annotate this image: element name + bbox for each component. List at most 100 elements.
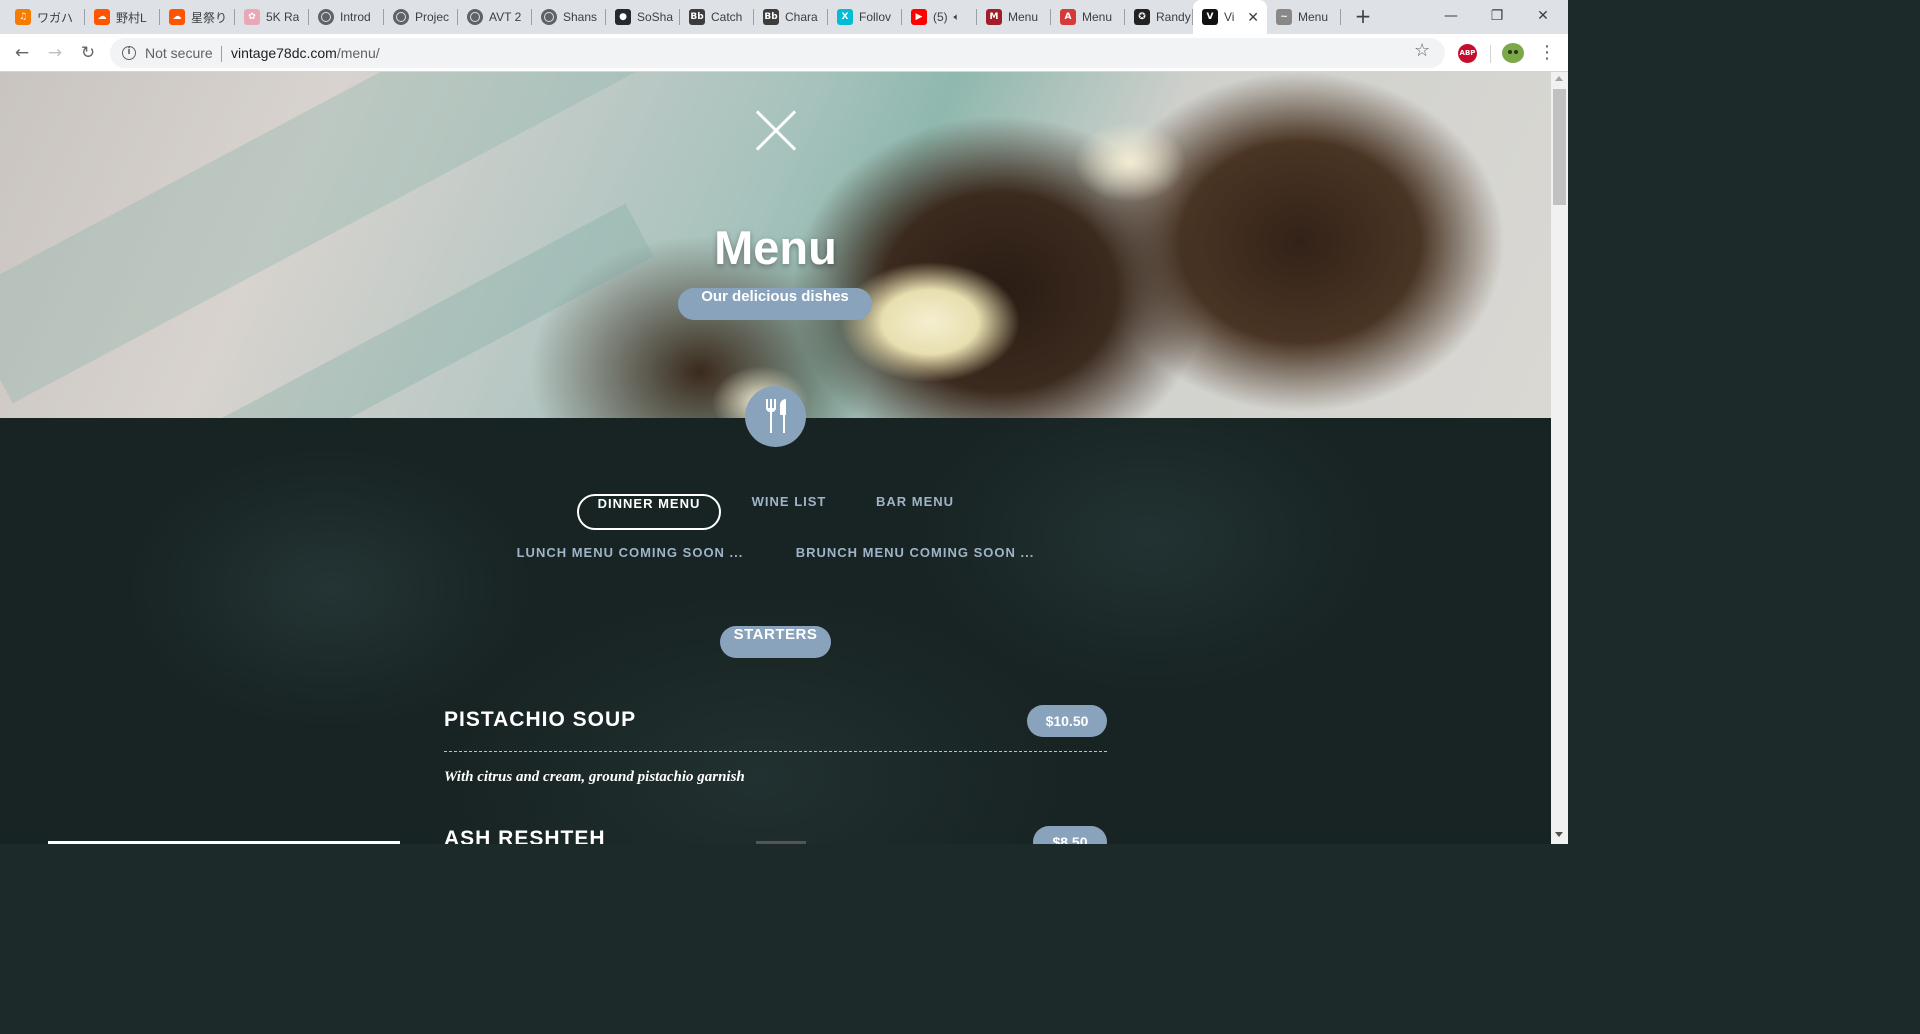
bottom-indicator xyxy=(756,841,806,844)
browser-tab[interactable]: ☁ 星祭り xyxy=(160,0,235,34)
browser-tab[interactable]: AVT 2 xyxy=(458,0,532,34)
browser-menu-icon[interactable]: ⋮ xyxy=(1538,42,1556,63)
globe-icon xyxy=(318,9,334,25)
audio-playing-icon[interactable]: 🔈︎ xyxy=(954,12,960,23)
fork-icon xyxy=(766,399,776,433)
browser-tab[interactable]: ▶ (5) 🔈︎ xyxy=(902,0,977,34)
menu-item-divider xyxy=(444,751,1107,752)
tab-strip: ♫ ワガハ ☁ 野村L ☁ 星祭り ✿ 5K Ra Introd Projec AVT 2 Shans… xyxy=(0,0,1568,34)
browser-tab[interactable]: ☁ 野村L xyxy=(85,0,160,34)
page-viewport: Menu Our delicious dishes DINNER MENU WI… xyxy=(0,72,1551,844)
bottom-progress-bar xyxy=(48,841,400,844)
tab-title: 5K Ra xyxy=(266,10,300,24)
tab-title: Vi xyxy=(1224,10,1235,24)
forward-button[interactable]: → xyxy=(43,41,67,65)
tab-lunch-menu[interactable]: LUNCH MENU COMING SOON ... xyxy=(500,545,760,581)
browser-tab[interactable]: Bb Catch xyxy=(680,0,754,34)
github-icon: ● xyxy=(615,9,631,25)
app-icon: ✪ xyxy=(1134,9,1150,25)
scroll-up-arrow-icon[interactable] xyxy=(1555,76,1563,81)
security-label[interactable]: Not secure xyxy=(145,45,213,61)
cutlery-icon xyxy=(745,386,806,447)
tab-title: Menu xyxy=(1298,10,1329,24)
hero-banner: Menu Our delicious dishes xyxy=(0,72,1551,418)
tab-title: Randy xyxy=(1156,10,1191,24)
tab-title: AVT 2 xyxy=(489,10,522,24)
globe-icon xyxy=(467,9,483,25)
restaurant-icon: M xyxy=(986,9,1002,25)
browser-tab[interactable]: ~ Menu xyxy=(1267,0,1341,34)
url-separator xyxy=(221,46,222,62)
globe-icon xyxy=(393,9,409,25)
scroll-thumb[interactable] xyxy=(1553,89,1566,205)
address-bar[interactable]: i Not secure vintage78dc.com/menu/ xyxy=(110,38,1445,68)
page-title: Menu xyxy=(714,221,837,274)
menu-item-price: $8.50 xyxy=(1033,826,1107,844)
tab-close-icon[interactable]: ✕ xyxy=(1247,9,1259,26)
app-icon: X xyxy=(837,9,853,25)
tab-title: Projec xyxy=(415,10,450,24)
browser-tab[interactable]: ✪ Randy xyxy=(1125,0,1193,34)
page-subtitle: Our delicious dishes xyxy=(678,288,872,320)
toolbar-divider xyxy=(1490,45,1491,63)
url-path: /menu/ xyxy=(336,45,380,61)
tab-title: 野村L xyxy=(116,10,147,25)
soundcloud-icon: ☁ xyxy=(169,9,185,25)
close-menu-icon[interactable] xyxy=(755,110,797,152)
reload-button[interactable]: ↻ xyxy=(76,41,100,65)
tab-title: SoSha xyxy=(637,10,674,24)
browser-tab[interactable]: ♫ ワガハ xyxy=(6,0,85,34)
browser-tab-active[interactable]: V Vi ✕ xyxy=(1193,0,1267,34)
maximize-button[interactable]: ❐ xyxy=(1474,0,1520,32)
headphones-icon: ♫ xyxy=(15,9,31,25)
tab-title: Catch xyxy=(711,10,743,24)
tab-title: (5) xyxy=(933,10,948,24)
site-icon: V xyxy=(1202,9,1218,25)
tab-wine-list[interactable]: WINE LIST xyxy=(738,494,840,530)
blackboard-icon: Bb xyxy=(763,9,779,25)
scroll-down-arrow-icon[interactable] xyxy=(1555,832,1563,837)
menu-item-name: ASH RESHTEH xyxy=(444,827,606,844)
youtube-icon: ▶ xyxy=(911,9,927,25)
tab-title: Introd xyxy=(340,10,371,24)
back-button[interactable]: ← xyxy=(10,41,34,65)
adblock-plus-icon[interactable]: ABP xyxy=(1458,44,1477,63)
browser-tab[interactable]: ● SoSha xyxy=(606,0,680,34)
soundcloud-icon: ☁ xyxy=(94,9,110,25)
tab-title: Menu xyxy=(1008,10,1039,24)
url-text[interactable]: vintage78dc.com/menu/ xyxy=(231,45,380,61)
tab-title: Menu xyxy=(1082,10,1113,24)
tab-title: Follov xyxy=(859,10,892,24)
minimize-button[interactable]: — xyxy=(1428,0,1474,32)
browser-tab[interactable]: X Follov xyxy=(828,0,902,34)
blackboard-icon: Bb xyxy=(689,9,705,25)
menu-item-name: PISTACHIO SOUP xyxy=(444,708,637,731)
bookmark-star-icon[interactable]: ☆ xyxy=(1414,40,1430,61)
tab-brunch-menu[interactable]: BRUNCH MENU COMING SOON ... xyxy=(780,545,1050,581)
info-icon[interactable]: i xyxy=(122,46,136,60)
browser-tab[interactable]: Projec xyxy=(384,0,458,34)
page-scrollbar[interactable] xyxy=(1551,72,1568,844)
browser-tab[interactable]: Shans xyxy=(532,0,606,34)
restaurant-icon: A xyxy=(1060,9,1076,25)
browser-tab[interactable]: Introd xyxy=(309,0,384,34)
browser-tab[interactable]: A Menu xyxy=(1051,0,1125,34)
tab-title: Chara xyxy=(785,10,818,24)
tab-title: 星祭り xyxy=(191,10,228,25)
tab-title: Shans xyxy=(563,10,598,24)
tab-dinner-menu[interactable]: DINNER MENU xyxy=(577,494,721,530)
new-tab-button[interactable]: + xyxy=(1352,5,1374,27)
extension-icon[interactable] xyxy=(1502,43,1524,63)
tab-title: ワガハ xyxy=(37,10,74,25)
browser-tab[interactable]: ✿ 5K Ra xyxy=(235,0,309,34)
browser-tab[interactable]: Bb Chara xyxy=(754,0,828,34)
restaurant-icon: ~ xyxy=(1276,9,1292,25)
tab-bar-menu[interactable]: BAR MENU xyxy=(862,494,968,530)
app-icon: ✿ xyxy=(244,9,260,25)
menu-item-price: $10.50 xyxy=(1027,705,1107,737)
menu-item-description: With citrus and cream, ground pistachio … xyxy=(444,769,745,785)
browser-tab[interactable]: M Menu xyxy=(977,0,1051,34)
url-domain: vintage78dc.com xyxy=(231,45,337,61)
section-title: STARTERS xyxy=(720,626,831,658)
close-window-button[interactable]: ✕ xyxy=(1520,0,1566,32)
